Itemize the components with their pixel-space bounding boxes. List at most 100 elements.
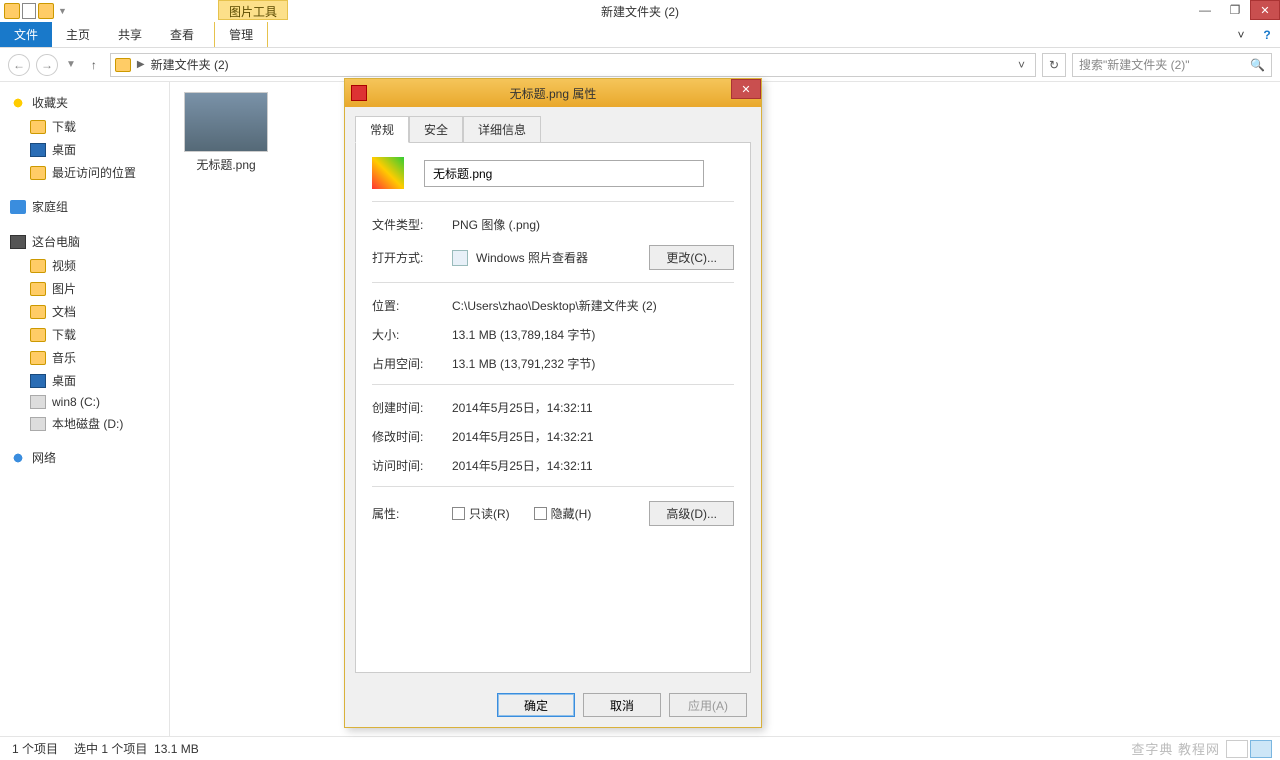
ribbon-expand-icon[interactable]: ˅ <box>1228 22 1254 47</box>
minimize-button[interactable] <box>1190 0 1220 20</box>
dialog-body: 无标题.png 文件类型: PNG 图像 (.png) 打开方式: Window… <box>355 142 751 673</box>
search-placeholder: 搜索"新建文件夹 (2)" <box>1079 56 1190 73</box>
ribbon-tab-share[interactable]: 共享 <box>104 22 156 47</box>
label-modified: 修改时间: <box>372 428 452 445</box>
ribbon: 文件 主页 共享 查看 管理 ˅ ? <box>0 22 1280 48</box>
folder-icon <box>30 305 46 319</box>
label-filetype: 文件类型: <box>372 216 452 233</box>
desktop-icon <box>30 374 46 388</box>
window-titlebar: ▼ 图片工具 新建文件夹 (2) <box>0 0 1280 22</box>
sidebar-item-recent[interactable]: 最近访问的位置 <box>0 161 169 184</box>
folder-icon <box>30 259 46 273</box>
open-with-app-icon <box>452 250 468 266</box>
file-name-input[interactable]: 无标题.png <box>424 160 704 187</box>
refresh-button[interactable]: ↻ <box>1042 53 1066 77</box>
ribbon-context-tab[interactable]: 图片工具 <box>218 0 288 20</box>
qat-new-icon[interactable] <box>22 3 36 19</box>
drive-icon <box>30 417 46 431</box>
status-bar: 1 个项目 选中 1 个项目 13.1 MB 查字典 教程网 <box>0 736 1280 760</box>
app-icon[interactable] <box>4 3 20 19</box>
cancel-button[interactable]: 取消 <box>583 693 661 717</box>
value-location: C:\Users\zhao\Desktop\新建文件夹 (2) <box>452 297 734 314</box>
ribbon-tab-manage[interactable]: 管理 <box>214 22 268 47</box>
label-attributes: 属性: <box>372 505 452 522</box>
sidebar-item-downloads2[interactable]: 下载 <box>0 323 169 346</box>
up-button[interactable]: ↑ <box>84 55 104 75</box>
folder-icon <box>30 351 46 365</box>
readonly-checkbox[interactable]: 只读(R) <box>452 505 510 522</box>
dialog-title: 无标题.png 属性 <box>510 85 597 102</box>
desktop-icon <box>30 143 46 157</box>
sidebar-item-desktop[interactable]: 桌面 <box>0 138 169 161</box>
folder-icon <box>30 282 46 296</box>
change-button[interactable]: 更改(C)... <box>649 245 734 270</box>
navigation-bar: ← → ▼ ↑ ▶ 新建文件夹 (2) ˅ ↻ 搜索"新建文件夹 (2)" 🔍 <box>0 48 1280 82</box>
label-location: 位置: <box>372 297 452 314</box>
breadcrumb-chevron-icon[interactable]: ▶ <box>137 59 145 70</box>
qat-folder-icon[interactable] <box>38 3 54 19</box>
dialog-icon <box>351 85 367 101</box>
close-button[interactable] <box>1250 0 1280 20</box>
sidebar-item-documents[interactable]: 文档 <box>0 300 169 323</box>
qat-dropdown-icon[interactable]: ▼ <box>56 6 69 16</box>
drive-icon <box>30 395 46 409</box>
sidebar-computer[interactable]: 这台电脑 <box>0 229 169 254</box>
label-openwith: 打开方式: <box>372 249 452 266</box>
back-button[interactable]: ← <box>8 54 30 76</box>
sidebar-item-drive-d[interactable]: 本地磁盘 (D:) <box>0 412 169 435</box>
value-modified: 2014年5月25日，14:32:21 <box>452 428 734 445</box>
view-details-button[interactable] <box>1226 740 1248 758</box>
maximize-button[interactable] <box>1220 0 1250 20</box>
apply-button[interactable]: 应用(A) <box>669 693 747 717</box>
view-icons-button[interactable] <box>1250 740 1272 758</box>
file-item[interactable]: 无标题.png <box>180 92 272 173</box>
ribbon-file-tab[interactable]: 文件 <box>0 22 52 47</box>
status-selected: 选中 1 个项目 13.1 MB <box>74 740 199 757</box>
label-size: 大小: <box>372 326 452 343</box>
sidebar-item-downloads[interactable]: 下载 <box>0 115 169 138</box>
breadcrumb[interactable]: 新建文件夹 (2) <box>151 56 229 73</box>
tab-general[interactable]: 常规 <box>355 116 409 143</box>
dialog-tabs: 常规 安全 详细信息 <box>345 107 761 142</box>
hidden-checkbox[interactable]: 隐藏(H) <box>534 505 592 522</box>
properties-dialog: 无标题.png 属性 ✕ 常规 安全 详细信息 无标题.png 文件类型: PN… <box>344 78 762 728</box>
help-icon[interactable]: ? <box>1254 22 1280 47</box>
sidebar-homegroup[interactable]: 家庭组 <box>0 194 169 219</box>
sidebar-item-music[interactable]: 音乐 <box>0 346 169 369</box>
homegroup-icon <box>10 200 26 214</box>
folder-icon <box>30 120 46 134</box>
ribbon-tab-view[interactable]: 查看 <box>156 22 208 47</box>
search-input[interactable]: 搜索"新建文件夹 (2)" 🔍 <box>1072 53 1272 77</box>
advanced-button[interactable]: 高级(D)... <box>649 501 734 526</box>
value-size: 13.1 MB (13,789,184 字节) <box>452 326 734 343</box>
address-bar[interactable]: ▶ 新建文件夹 (2) ˅ <box>110 53 1036 77</box>
status-item-count: 1 个项目 <box>12 740 58 757</box>
dialog-close-button[interactable]: ✕ <box>731 79 761 99</box>
search-icon[interactable]: 🔍 <box>1250 58 1265 72</box>
sidebar-item-pictures[interactable]: 图片 <box>0 277 169 300</box>
sidebar-item-videos[interactable]: 视频 <box>0 254 169 277</box>
value-disk: 13.1 MB (13,791,232 字节) <box>452 355 734 372</box>
address-dropdown-icon[interactable]: ˅ <box>1012 58 1031 72</box>
navigation-pane: 收藏夹 下载 桌面 最近访问的位置 家庭组 这台电脑 视频 图片 文档 下载 音… <box>0 82 170 736</box>
ribbon-tab-home[interactable]: 主页 <box>52 22 104 47</box>
tab-security[interactable]: 安全 <box>409 116 463 143</box>
window-title: 新建文件夹 (2) <box>601 3 679 20</box>
dialog-titlebar[interactable]: 无标题.png 属性 ✕ <box>345 79 761 107</box>
sidebar-network[interactable]: 网络 <box>0 445 169 470</box>
recent-icon <box>30 166 46 180</box>
sidebar-favorites[interactable]: 收藏夹 <box>0 90 169 115</box>
sidebar-item-desktop2[interactable]: 桌面 <box>0 369 169 392</box>
dialog-button-row: 确定 取消 应用(A) <box>345 683 761 727</box>
ok-button[interactable]: 确定 <box>497 693 575 717</box>
forward-button[interactable]: → <box>36 54 58 76</box>
value-accessed: 2014年5月25日，14:32:11 <box>452 457 734 474</box>
computer-icon <box>10 235 26 249</box>
label-disk: 占用空间: <box>372 355 452 372</box>
tab-details[interactable]: 详细信息 <box>463 116 541 143</box>
history-dropdown-icon[interactable]: ▼ <box>64 59 78 70</box>
sidebar-item-drive-c[interactable]: win8 (C:) <box>0 392 169 412</box>
value-openwith: Windows 照片查看器 <box>476 249 588 266</box>
folder-icon <box>30 328 46 342</box>
watermark-text: 查字典 教程网 <box>1131 739 1220 758</box>
